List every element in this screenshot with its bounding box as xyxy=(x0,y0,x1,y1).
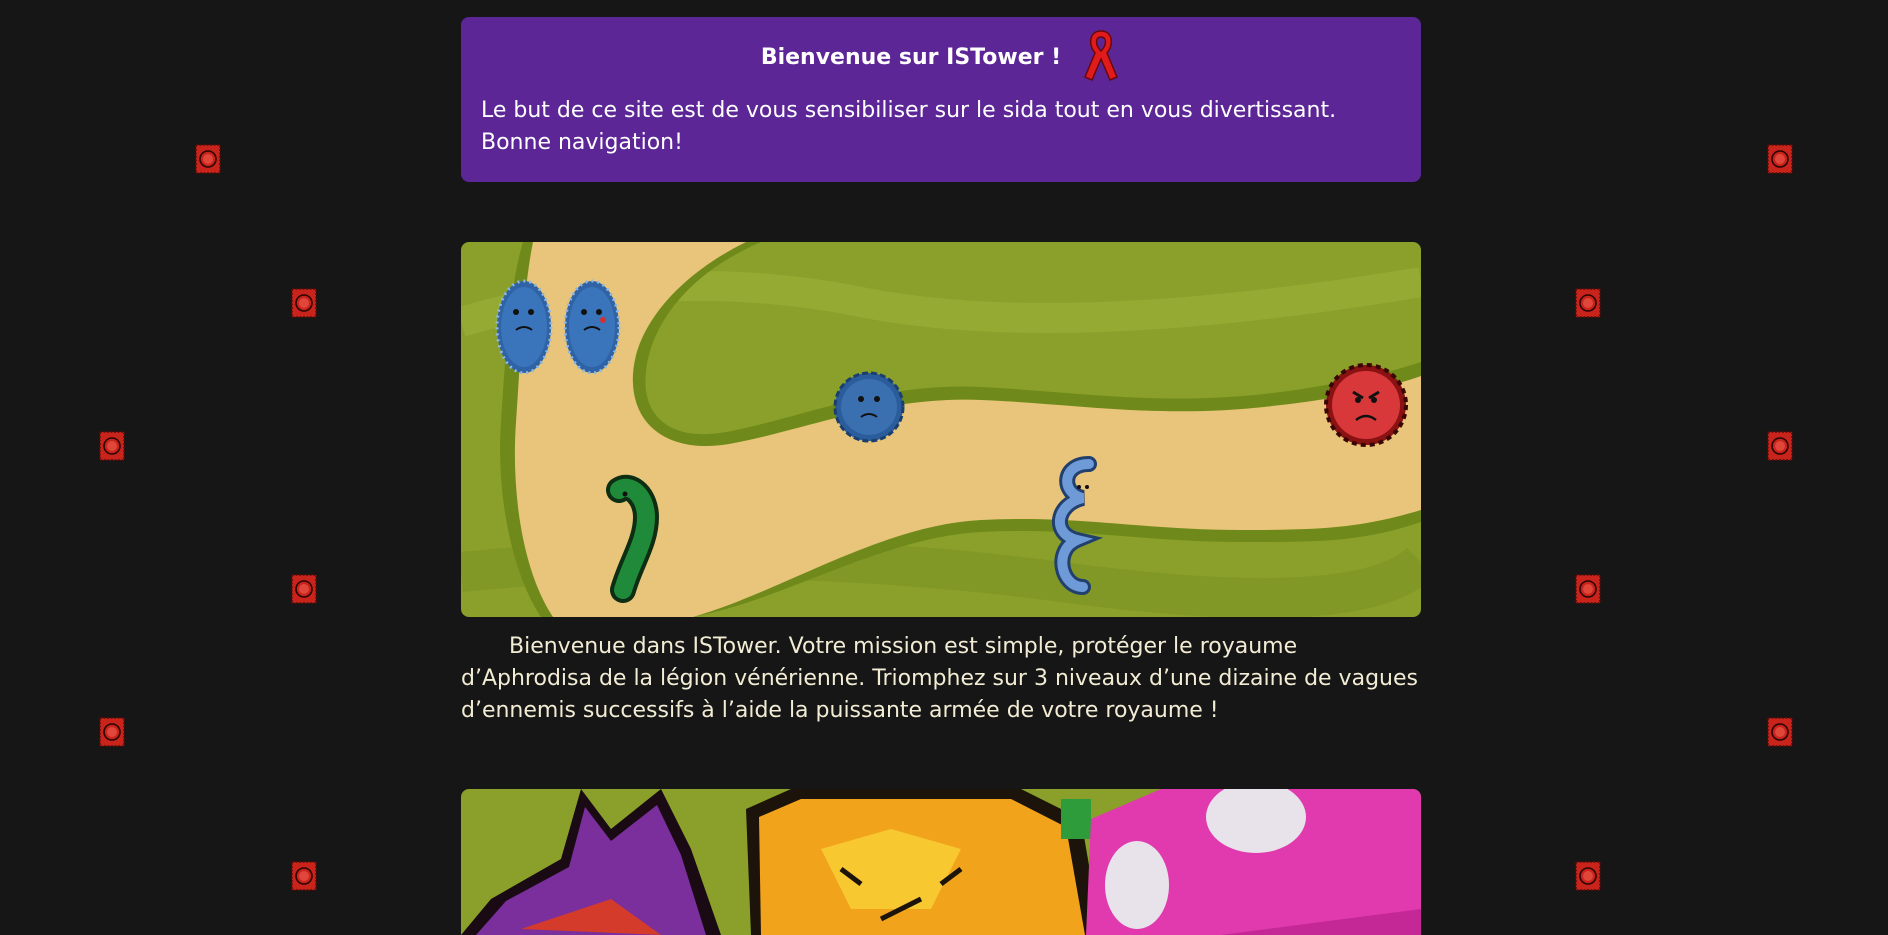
welcome-banner: Bienvenue sur ISTower ! Le but de ce sit… xyxy=(461,17,1421,182)
red-ribbon-icon xyxy=(1081,27,1121,87)
condom-wrapper-icon xyxy=(1575,860,1601,892)
condom-wrapper-icon xyxy=(99,716,125,748)
condom-wrapper-icon xyxy=(1575,287,1601,319)
condom-wrapper-icon xyxy=(195,143,221,175)
condom-wrapper-icon xyxy=(291,287,317,319)
game-map-illustration xyxy=(461,242,1421,617)
banner-header: Bienvenue sur ISTower ! xyxy=(481,30,1401,83)
game-characters-illustration xyxy=(461,789,1421,935)
condom-wrapper-icon xyxy=(1575,573,1601,605)
condom-wrapper-icon xyxy=(1767,430,1793,462)
condom-wrapper-icon xyxy=(291,573,317,605)
condom-wrapper-icon xyxy=(1767,143,1793,175)
banner-title: Bienvenue sur ISTower ! xyxy=(760,44,1062,70)
condom-wrapper-icon xyxy=(1767,716,1793,748)
intro-paragraph: Bienvenue dans ISTower. Votre mission es… xyxy=(461,634,1418,723)
banner-description: Le but de ce site est de vous sensibilis… xyxy=(481,98,1337,155)
condom-wrapper-icon xyxy=(99,430,125,462)
condom-wrapper-icon xyxy=(291,860,317,892)
